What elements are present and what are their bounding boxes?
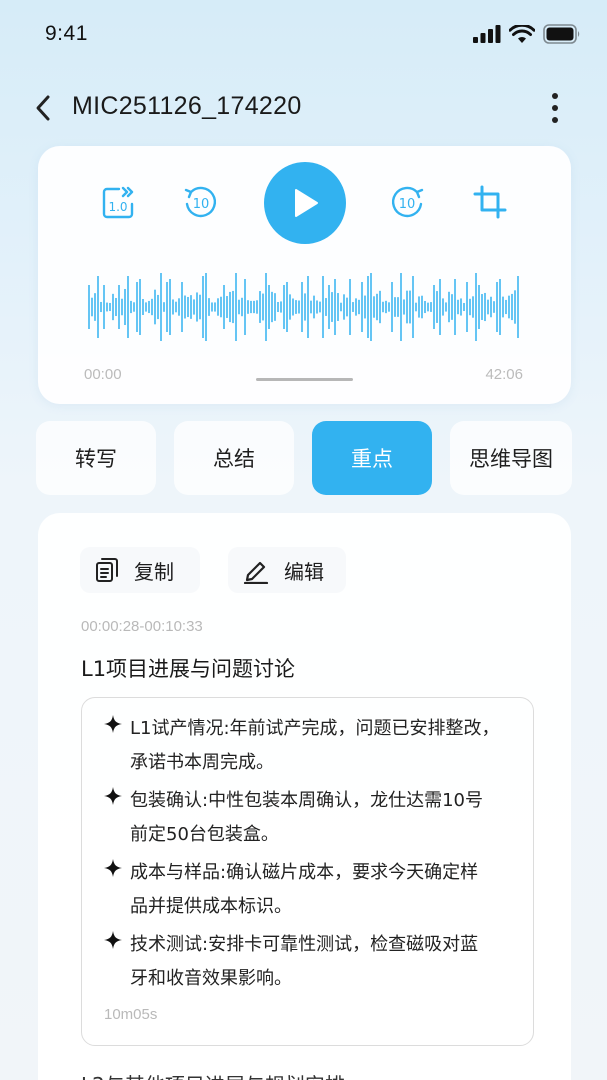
more-options-button[interactable] xyxy=(545,90,565,126)
battery-icon xyxy=(543,24,580,44)
edit-label: 编辑 xyxy=(284,559,324,584)
forward-10-button[interactable]: 10 xyxy=(388,182,428,222)
list-item: L1试产情况:年前试产完成，问题已安排整改， 承诺书本周完成。 xyxy=(104,712,514,780)
crop-button[interactable] xyxy=(470,182,510,222)
edit-button[interactable]: 编辑 xyxy=(228,547,346,593)
copy-label: 复制 xyxy=(134,559,174,584)
key-points-box: L1试产情况:年前试产完成，问题已安排整改， 承诺书本周完成。 包装确认:中性包装… xyxy=(81,697,534,1046)
wifi-icon xyxy=(509,24,535,43)
tab-key-points[interactable]: 重点 xyxy=(312,421,432,495)
next-section-title: L2与其他项目进展与规划安排 xyxy=(81,1069,345,1080)
more-dot-icon xyxy=(552,105,558,111)
key-points-card: 复制 编辑 00:00:28-00:10:33 L1项目进展与问题讨论 L1试产… xyxy=(38,513,571,1080)
forward-10-icon: 10 xyxy=(391,186,424,218)
key-point-text: L1试产情况:年前试产完成，问题已安排整改， 承诺书本周完成。 xyxy=(130,718,500,773)
section-title: L1项目进展与问题讨论 xyxy=(81,657,296,681)
list-item: 成本与样品:确认磁片成本，要求今天确定样 品并提供成本标识。 xyxy=(104,856,514,924)
copy-icon xyxy=(96,558,118,582)
key-point-text: 成本与样品:确认磁片成本，要求今天确定样 品并提供成本标识。 xyxy=(130,862,479,917)
speed-value: 1.0 xyxy=(108,200,127,214)
audio-player-card: 1.0 10 10 00:00 42:06 xyxy=(38,146,571,404)
forward-seconds: 10 xyxy=(399,197,416,212)
key-point-text: 技术测试:安排卡可靠性测试，检查磁吸对蓝 牙和收音效果影响。 xyxy=(130,934,479,989)
tab-summary[interactable]: 总结 xyxy=(174,421,294,495)
key-point-text: 包装确认:中性包装本周确认，龙仕达需10号 前定50台包装盒。 xyxy=(130,790,483,845)
tab-transcript[interactable]: 转写 xyxy=(36,421,156,495)
sparkle-bullet-icon xyxy=(104,712,130,780)
chevron-left-icon xyxy=(36,95,50,121)
status-time: 9:41 xyxy=(45,22,88,45)
copy-button[interactable]: 复制 xyxy=(80,547,200,593)
playback-speed-button[interactable]: 1.0 xyxy=(98,182,140,222)
play-icon xyxy=(295,189,318,217)
header: MIC251126_174220 xyxy=(0,80,607,136)
sparkle-bullet-icon xyxy=(104,856,130,924)
view-tabs: 转写 总结 重点 思维导图 xyxy=(36,421,572,497)
audio-waveform[interactable] xyxy=(88,264,520,350)
list-item: 技术测试:安排卡可靠性测试，检查磁吸对蓝 牙和收音效果影响。 xyxy=(104,928,514,996)
more-dot-icon xyxy=(552,93,558,99)
rewind-seconds: 10 xyxy=(193,197,210,212)
play-button[interactable] xyxy=(264,162,346,244)
segment-duration: 10m05s xyxy=(104,1006,158,1023)
crop-icon xyxy=(473,185,507,219)
sparkle-bullet-icon xyxy=(104,928,130,996)
sparkle-bullet-icon xyxy=(104,784,130,852)
status-icons xyxy=(473,24,581,44)
more-dot-icon xyxy=(552,117,558,123)
page-title: MIC251126_174220 xyxy=(72,92,302,120)
back-button[interactable] xyxy=(28,92,58,124)
pencil-icon xyxy=(243,561,269,584)
total-duration: 42:06 xyxy=(485,366,523,383)
rewind-10-icon: 10 xyxy=(184,186,217,218)
tab-mind-map[interactable]: 思维导图 xyxy=(450,421,572,495)
cellular-signal-icon xyxy=(473,25,501,43)
status-bar: 9:41 xyxy=(0,0,607,70)
list-item: 包装确认:中性包装本周确认，龙仕达需10号 前定50台包装盒。 xyxy=(104,784,514,852)
segment-time-range: 00:00:28-00:10:33 xyxy=(81,618,203,635)
progress-scrubber[interactable] xyxy=(256,378,353,381)
rewind-10-button[interactable]: 10 xyxy=(180,182,220,222)
current-time: 00:00 xyxy=(84,366,122,383)
playback-speed-icon: 1.0 xyxy=(102,186,134,219)
